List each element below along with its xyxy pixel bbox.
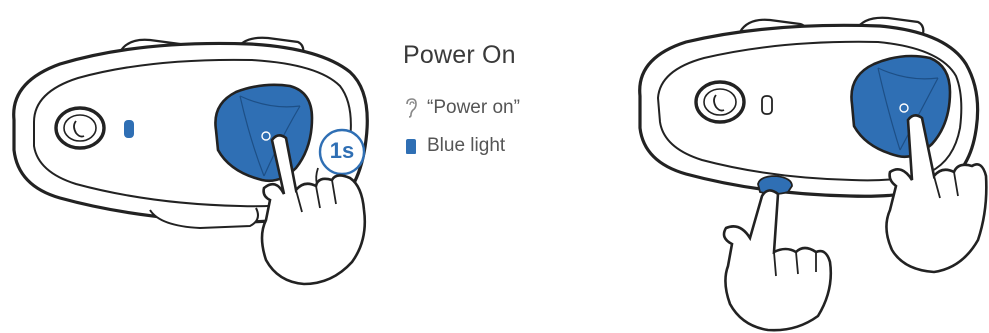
info-panel: Power On “Power on” Blue light <box>403 40 603 170</box>
led-indicator-blue <box>124 120 134 138</box>
indicator-text-voice: “Power on” <box>427 97 520 118</box>
indicator-row-light: Blue light <box>403 132 603 160</box>
blue-light-icon <box>403 135 419 157</box>
indicator-row-voice: “Power on” <box>403 94 603 122</box>
indicator-text-light: Blue light <box>427 135 506 156</box>
ear-icon <box>403 97 419 119</box>
led-indicator-off <box>761 95 773 115</box>
power-on-diagram: 1s Power On “Power on” Blue light <box>0 0 989 333</box>
press-duration-label: 1s <box>329 138 355 163</box>
section-title: Power On <box>403 41 516 69</box>
hand-bottom <box>722 189 833 332</box>
